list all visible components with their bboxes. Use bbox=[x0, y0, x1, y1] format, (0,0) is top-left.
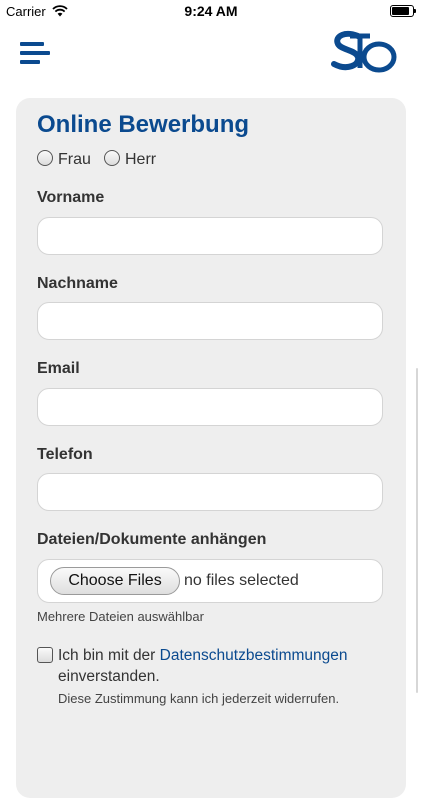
radio-herr-label: Herr bbox=[125, 151, 157, 168]
battery-icon bbox=[390, 5, 416, 17]
email-label: Email bbox=[37, 360, 80, 377]
attachments-label: Dateien/Dokumente anhängen bbox=[37, 531, 267, 548]
file-input[interactable]: Choose Files no files selected bbox=[37, 559, 383, 603]
privacy-policy-link[interactable]: Datenschutzbestimmungen bbox=[160, 647, 348, 664]
consent-text: Ich bin mit der Datenschutzbestimmungen … bbox=[58, 645, 388, 687]
hamburger-menu-icon[interactable] bbox=[20, 40, 52, 66]
telefon-label: Telefon bbox=[37, 446, 93, 463]
scrollbar[interactable] bbox=[416, 368, 418, 693]
telefon-field[interactable] bbox=[37, 473, 383, 511]
sto-logo[interactable] bbox=[330, 28, 398, 74]
file-status: no files selected bbox=[184, 572, 299, 589]
consent-text-before: Ich bin mit der bbox=[58, 647, 156, 664]
email-field[interactable] bbox=[37, 388, 383, 426]
consent-text-after: einverstanden. bbox=[58, 668, 160, 685]
radio-frau-label: Frau bbox=[58, 151, 91, 168]
clock: 9:24 AM bbox=[184, 3, 238, 19]
radio-frau[interactable]: Frau bbox=[37, 150, 91, 169]
consent-checkbox[interactable] bbox=[37, 647, 53, 663]
vorname-label: Vorname bbox=[37, 189, 105, 206]
radio-herr-button[interactable] bbox=[104, 150, 120, 166]
radio-frau-button[interactable] bbox=[37, 150, 53, 166]
radio-herr[interactable]: Herr bbox=[104, 150, 156, 169]
consent-note: Diese Zustimmung kann ich jederzeit wide… bbox=[58, 691, 340, 706]
status-bar: Carrier 9:24 AM bbox=[0, 0, 422, 22]
choose-files-button[interactable]: Choose Files bbox=[50, 567, 180, 595]
attachments-hint: Mehrere Dateien auswählbar bbox=[37, 609, 204, 624]
form-title: Online Bewerbung bbox=[37, 111, 250, 138]
nachname-label: Nachname bbox=[37, 275, 118, 292]
nachname-field[interactable] bbox=[37, 302, 383, 340]
vorname-field[interactable] bbox=[37, 217, 383, 255]
